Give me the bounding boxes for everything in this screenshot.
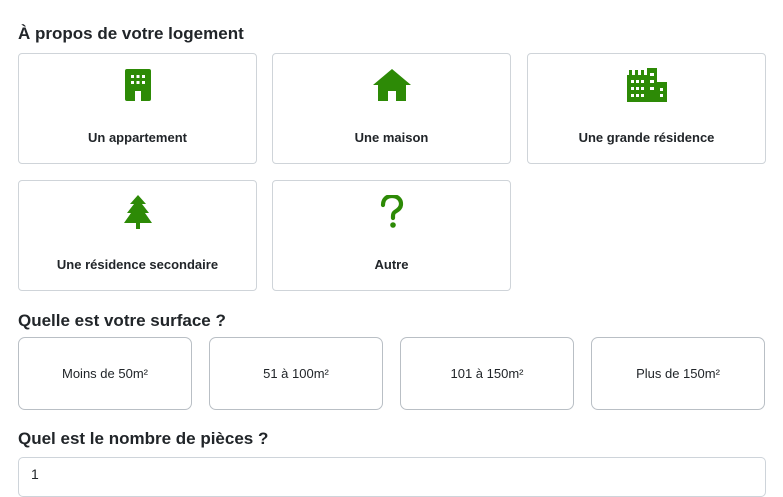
housing-option-other[interactable]: Autre: [272, 180, 511, 291]
housing-option-label: Autre: [374, 257, 409, 272]
housing-option-label: Une résidence secondaire: [56, 257, 219, 272]
housing-option-label: Une maison: [354, 130, 429, 145]
tree-icon: [19, 195, 256, 229]
housing-option-label: Une grande résidence: [578, 130, 715, 145]
rooms-count-input[interactable]: 1: [18, 457, 766, 497]
housing-option-label: Un appartement: [88, 130, 187, 145]
housing-section-title: À propos de votre logement: [18, 24, 244, 43]
surface-option-101-150[interactable]: 101 à 150m²: [400, 337, 574, 410]
surface-option-over-150[interactable]: Plus de 150m²: [591, 337, 765, 410]
surface-option-51-100[interactable]: 51 à 100m²: [209, 337, 383, 410]
house-icon: [273, 68, 510, 102]
question-icon: [273, 195, 510, 229]
surface-option-under-50[interactable]: Moins de 50m²: [18, 337, 192, 410]
rooms-section-title: Quel est le nombre de pièces ?: [18, 429, 269, 448]
housing-option-apartment[interactable]: Un appartement: [18, 53, 257, 164]
housing-option-house[interactable]: Une maison: [272, 53, 511, 164]
surface-section-title: Quelle est votre surface ?: [18, 311, 226, 330]
building-icon: [19, 68, 256, 102]
rooms-count-value: 1: [31, 466, 39, 482]
housing-option-secondary-residence[interactable]: Une résidence secondaire: [18, 180, 257, 291]
housing-option-large-residence[interactable]: Une grande résidence: [527, 53, 766, 164]
city-icon: [528, 68, 765, 102]
